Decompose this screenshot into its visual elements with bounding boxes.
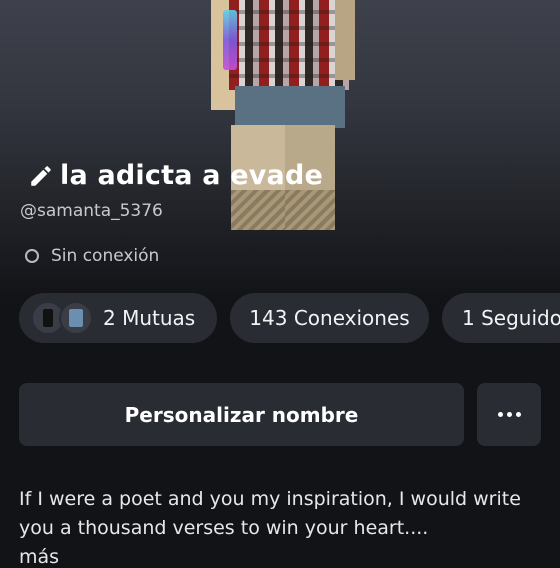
presence-status: Sin conexión: [25, 246, 159, 266]
followers-chip[interactable]: 1 Seguido: [442, 293, 560, 343]
mutuals-label: 2 Mutuas: [103, 306, 196, 330]
bio-more-link[interactable]: más: [19, 546, 59, 568]
display-name-row[interactable]: la adicta a evade: [28, 160, 323, 191]
stats-row: 2 Mutuas 143 Conexiones 1 Seguido: [19, 293, 560, 343]
offline-status-icon: [25, 249, 39, 263]
avatar-right-arm: [335, 0, 355, 80]
followers-label: 1 Seguido: [462, 306, 560, 330]
status-label: Sin conexión: [51, 246, 160, 266]
pencil-icon[interactable]: [28, 163, 54, 189]
mutual-avatars: [31, 301, 93, 335]
avatar-shorts: [235, 86, 345, 128]
avatar-torso: [229, 0, 349, 90]
mutuals-chip[interactable]: 2 Mutuas: [19, 293, 217, 343]
bio-text: If I were a poet and you my inspiration,…: [19, 488, 521, 539]
username: @samanta_5376: [20, 201, 163, 221]
customize-name-button[interactable]: Personalizar nombre: [19, 383, 464, 446]
mutual-avatar: [59, 301, 93, 335]
connections-chip[interactable]: 143 Conexiones: [230, 293, 429, 343]
connections-label: 143 Conexiones: [249, 306, 410, 330]
more-options-icon: [496, 412, 523, 417]
avatar-accessory: [223, 10, 237, 70]
display-name: la adicta a evade: [60, 160, 323, 191]
avatar-3d-figure[interactable]: [205, 0, 365, 250]
more-options-button[interactable]: [477, 383, 541, 446]
